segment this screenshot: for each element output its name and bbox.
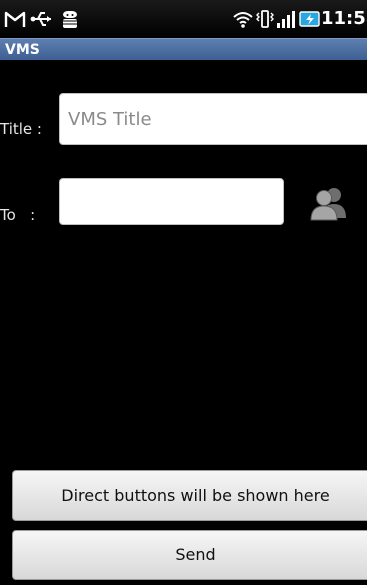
vibrate-icon [256,7,274,31]
send-button[interactable]: Send [12,530,367,580]
usb-icon [30,7,54,31]
to-input[interactable] [59,178,284,225]
app-screen: 11:58 VMS Title : To : Direct buttons wi… [0,0,367,585]
battery-charging-icon [299,7,321,31]
title-label: Title : [0,120,42,138]
status-bar: 11:58 [0,0,367,38]
wifi-icon [232,7,254,31]
direct-buttons-button[interactable]: Direct buttons will be shown here [12,470,367,521]
android-debug-icon [60,7,80,31]
gmail-icon [4,7,26,31]
title-input[interactable] [59,93,367,145]
status-time: 11:58 [321,8,367,29]
signal-icon [276,7,298,31]
title-bar: VMS [0,38,367,60]
to-label: To : [0,206,36,224]
contacts-icon[interactable] [308,184,350,222]
app-title: VMS [5,42,40,58]
